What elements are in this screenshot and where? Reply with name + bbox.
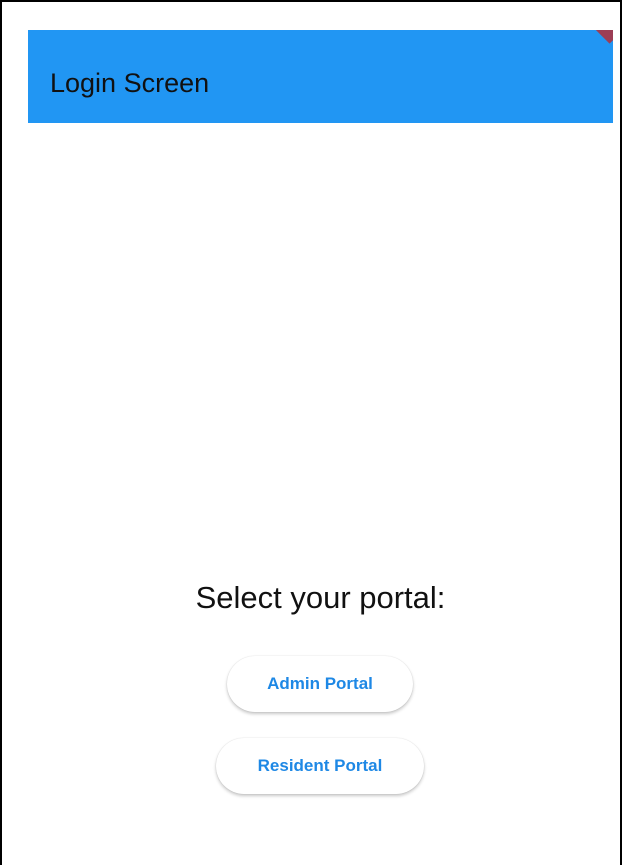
admin-portal-button[interactable]: Admin Portal [227,656,413,712]
resident-portal-label: Resident Portal [257,756,383,775]
device-frame: Login Screen Select your portal: Admin P… [0,0,622,867]
app-window: Login Screen Select your portal: Admin P… [28,30,613,867]
app-bar: Login Screen [28,30,613,123]
admin-portal-label: Admin Portal [267,674,373,693]
app-bar-title: Login Screen [50,68,210,98]
resident-portal-button[interactable]: Resident Portal [216,738,424,794]
portal-heading: Select your portal: [195,580,446,615]
debug-banner-corner [588,30,613,44]
